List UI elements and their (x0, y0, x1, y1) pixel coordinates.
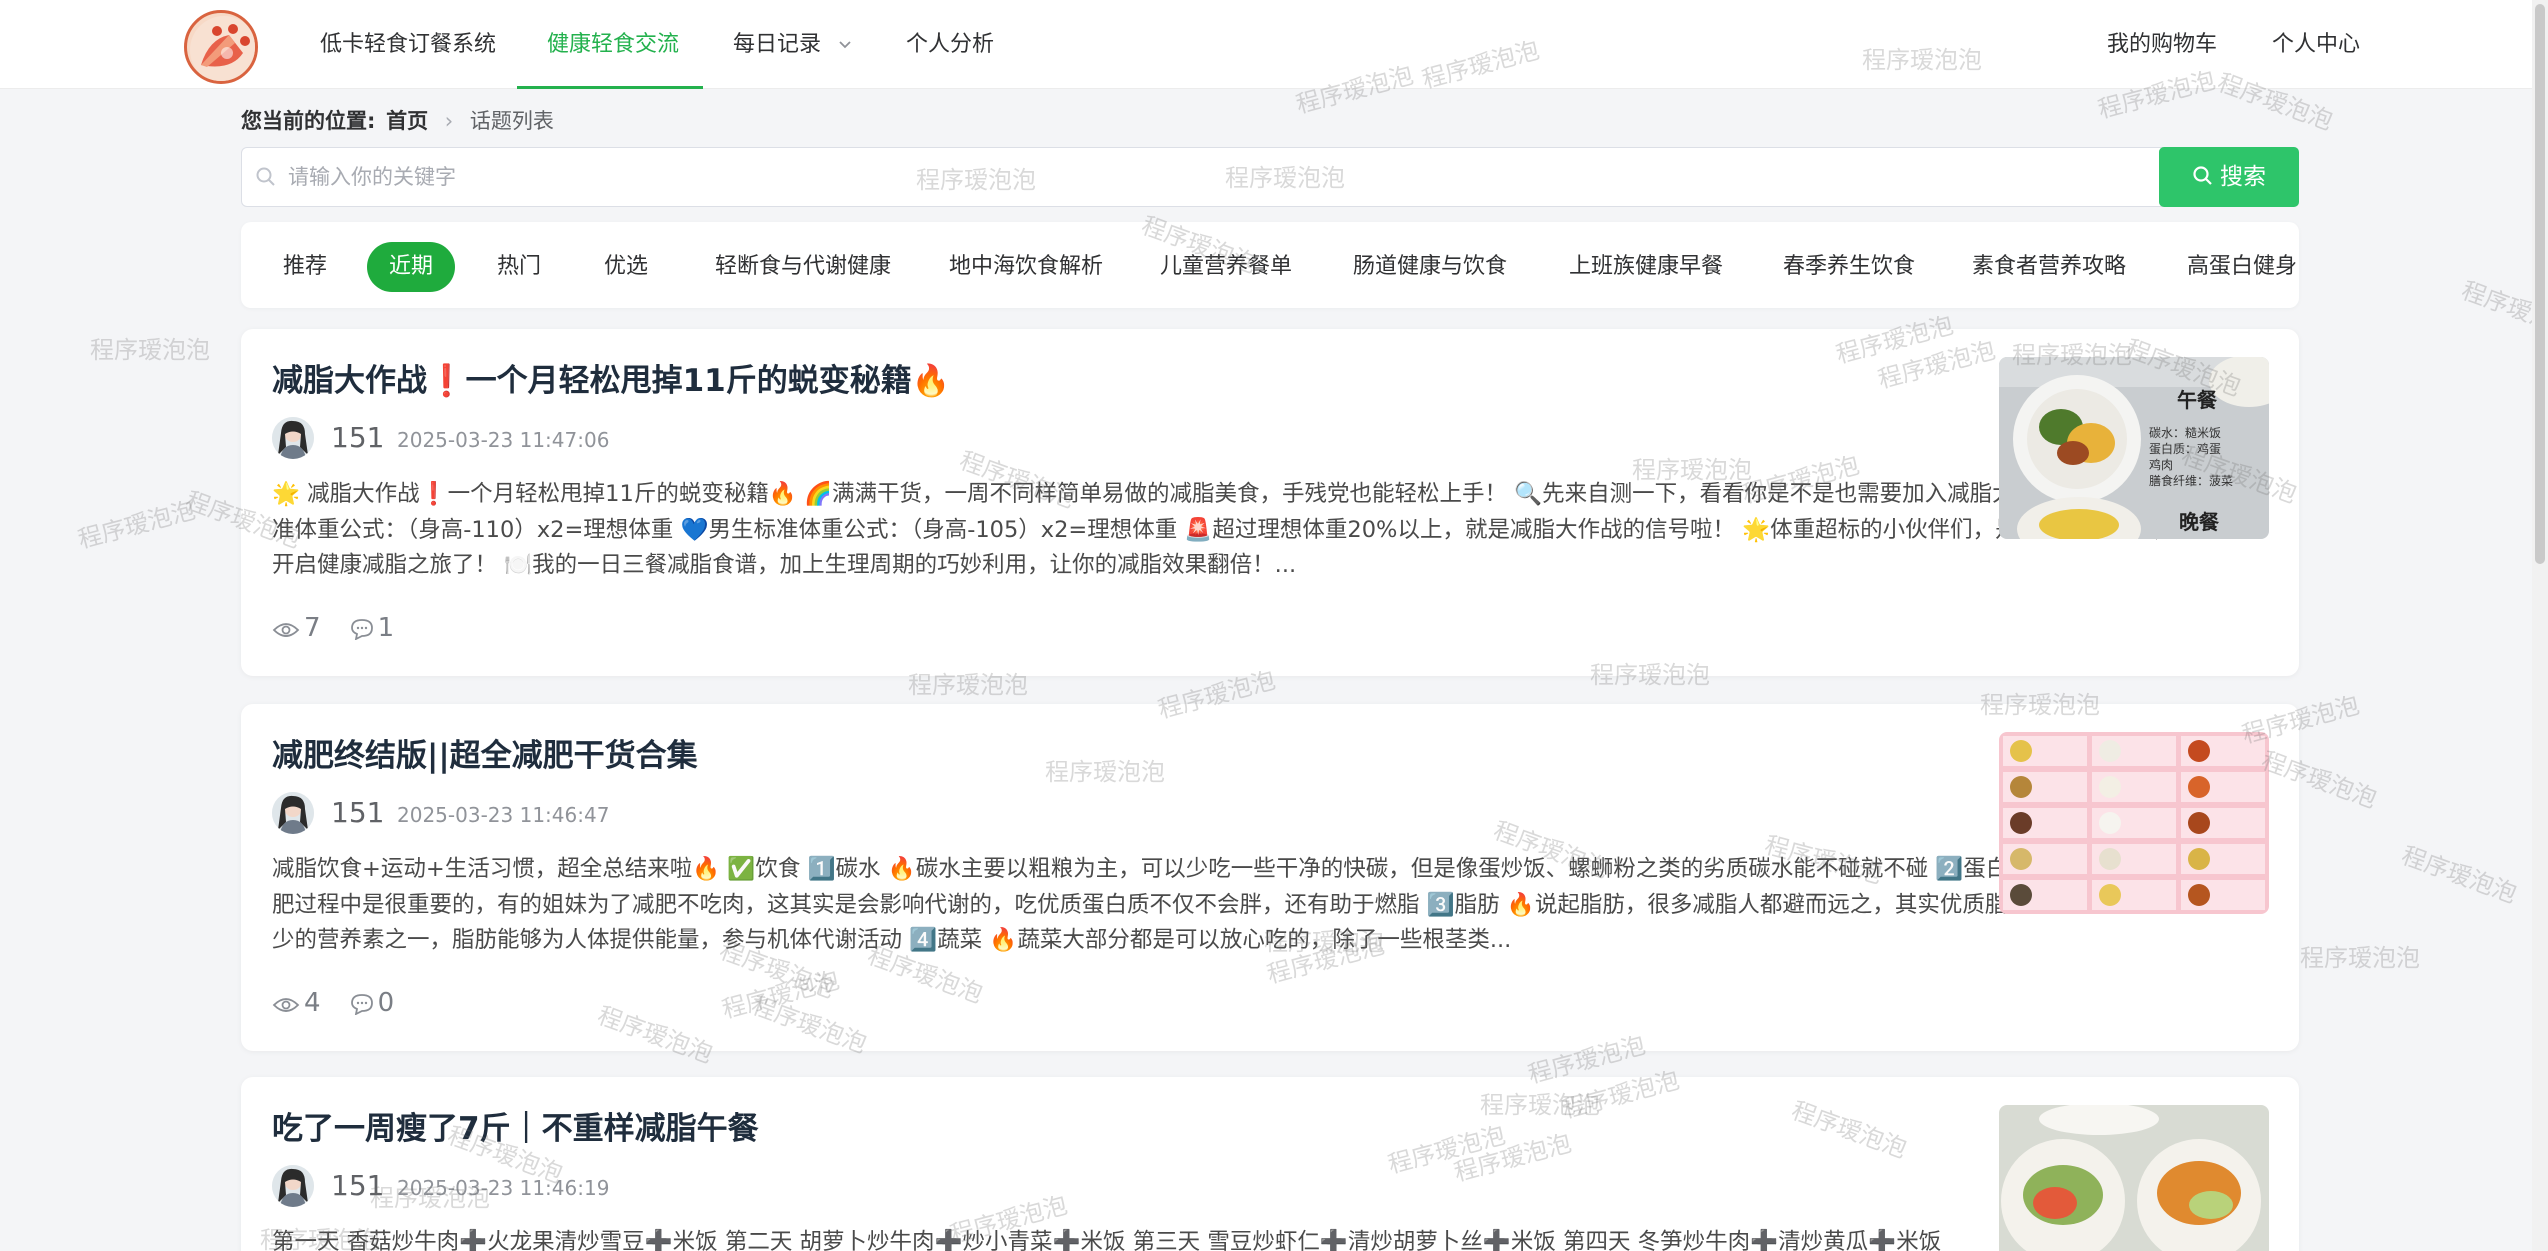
paw-logo-icon (190, 16, 255, 81)
thumb-line-1: 碳水：糙米饭 (2149, 426, 2221, 440)
chevron-down-icon (839, 41, 851, 49)
scrollbar-thumb[interactable] (2535, 4, 2545, 564)
author-avatar[interactable] (272, 792, 314, 834)
comment-count: 1 (350, 613, 395, 643)
post-title-part: 一个月轻松甩掉11斤的蜕变秘籍 (465, 363, 912, 399)
view-count-value: 4 (304, 988, 321, 1018)
tab-mediterranean-diet[interactable]: 地中海饮食解析 (927, 242, 1125, 292)
avatar-image (272, 792, 314, 834)
nav-daily-record[interactable]: 每日记录 (733, 0, 852, 89)
eye-icon (272, 998, 300, 1012)
tab-kids-nutrition[interactable]: 儿童营养餐单 (1138, 242, 1314, 292)
author-avatar[interactable] (272, 417, 314, 459)
post-card[interactable]: 减脂大作战❗一个月轻松甩掉11斤的蜕变秘籍🔥 151 2025-03-23 11… (241, 329, 2299, 676)
food-grid-image (1999, 732, 2269, 914)
tab-selected[interactable]: 优选 (582, 242, 670, 292)
tab-office-breakfast[interactable]: 上班族健康早餐 (1547, 242, 1745, 292)
watermark-text: 程序瑷泡泡 (90, 336, 210, 364)
nav-personal-analysis[interactable]: 个人分析 (906, 0, 994, 89)
thumb-lunch-label: 午餐 (2177, 388, 2218, 412)
nav-daily-record-label: 每日记录 (733, 32, 822, 57)
search-icon (2193, 166, 2212, 185)
top-navbar: 低卡轻食订餐系统 健康轻食交流 每日记录 个人分析 我的购物车 个人中心 (0, 0, 2548, 89)
post-card[interactable]: 减肥终结版||超全减肥干货合集 151 2025-03-23 11:46:47 … (241, 704, 2299, 1051)
post-excerpt: 🌟 减脂大作战❗一个月轻松甩掉11斤的蜕变秘籍🔥 🌈满满干货，一周不同样简单易做… (272, 481, 2185, 578)
post-title[interactable]: 吃了一周瘦了7斤｜不重样减脂午餐 (272, 1103, 759, 1148)
fire-icon: 🔥 (911, 363, 951, 399)
breadcrumb: 您当前的位置: 首页 › 话题列表 (241, 106, 554, 136)
site-logo[interactable] (184, 10, 258, 84)
author-name[interactable]: 151 (331, 796, 384, 829)
tab-recent[interactable]: 近期 (367, 242, 456, 292)
search-button[interactable]: 搜索 (2159, 147, 2299, 207)
post-time: 2025-03-23 11:46:47 (397, 803, 610, 827)
search-bar (241, 147, 2299, 207)
view-count: 4 (272, 988, 321, 1018)
eye-icon (272, 623, 300, 637)
search-button-label: 搜索 (2220, 164, 2266, 190)
lunch-plates-image (1999, 1105, 2269, 1251)
comment-count-value: 1 (377, 613, 395, 643)
avatar-image (272, 1165, 314, 1207)
tab-gut-health[interactable]: 肠道健康与饮食 (1331, 242, 1529, 292)
category-tabs: 推荐 近期 热门 优选 轻断食与代谢健康 地中海饮食解析 儿童营养餐单 肠道健康… (241, 222, 2299, 308)
author-avatar[interactable] (272, 1165, 314, 1207)
thumb-line-2: 蛋白质：鸡蛋 (2149, 441, 2221, 456)
nav-profile[interactable]: 个人中心 (2272, 0, 2360, 89)
post-thumbnail[interactable]: 午餐 碳水：糙米饭 蛋白质：鸡蛋 鸡肉 膳食纤维：菠菜 晚餐 (1999, 357, 2269, 539)
nav-cart[interactable]: 我的购物车 (2107, 0, 2217, 89)
tab-hot[interactable]: 热门 (475, 242, 563, 292)
watermark-text: 程序瑷泡泡 (2397, 841, 2521, 909)
tab-recommend[interactable]: 推荐 (261, 242, 349, 292)
thumb-line-3: 鸡肉 (2149, 457, 2173, 472)
post-excerpt: 减脂饮食+运动+生活习惯，超全总结来啦🔥 ✅饮食 1️⃣碳水 🔥碳水主要以粗粮为… (272, 856, 2188, 953)
nav-active-indicator (517, 86, 703, 89)
food-grid (2003, 736, 2265, 910)
nav-ordering-system[interactable]: 低卡轻食订餐系统 (320, 0, 496, 89)
tab-vegetarian-guide[interactable]: 素食者营养攻略 (1950, 242, 2148, 292)
post-card[interactable]: 吃了一周瘦了7斤｜不重样减脂午餐 151 2025-03-23 11:46:19… (241, 1077, 2299, 1251)
search-input[interactable] (243, 149, 2161, 205)
post-time: 2025-03-23 11:47:06 (397, 428, 610, 452)
tab-high-protein[interactable]: 高蛋白健身 (2165, 242, 2299, 292)
exclamation-icon: ❗ (427, 363, 466, 399)
watermark-text: 程序瑷泡泡 (2300, 944, 2420, 972)
breadcrumb-home[interactable]: 首页 (386, 109, 428, 133)
post-stats: 4 0 (272, 988, 418, 1020)
breadcrumb-separator-icon: › (444, 109, 454, 133)
thumb-line-4: 膳食纤维：菠菜 (2149, 473, 2233, 488)
view-count-value: 7 (304, 613, 321, 643)
avatar-image (272, 417, 314, 459)
comment-count: 0 (350, 988, 395, 1018)
author-name[interactable]: 151 (331, 1169, 384, 1202)
meal-plan-image: 午餐 碳水：糙米饭 蛋白质：鸡蛋 鸡肉 膳食纤维：菠菜 晚餐 (1999, 357, 2269, 539)
comment-icon (350, 619, 373, 641)
post-title[interactable]: 减脂大作战❗一个月轻松甩掉11斤的蜕变秘籍🔥 (272, 355, 950, 400)
breadcrumb-label: 您当前的位置: (241, 109, 376, 133)
view-count: 7 (272, 613, 321, 643)
tab-spring-diet[interactable]: 春季养生饮食 (1761, 242, 1937, 292)
post-thumbnail[interactable] (1999, 732, 2269, 914)
page-scrollbar[interactable] (2532, 0, 2548, 1251)
post-stats: 7 1 (272, 613, 418, 645)
watermark-text: 程序瑷泡泡 (75, 495, 199, 554)
post-time: 2025-03-23 11:46:19 (397, 1176, 610, 1200)
author-name[interactable]: 151 (331, 421, 384, 454)
post-title-part: 减脂大作战 (272, 363, 427, 399)
post-excerpt: 第一天 香菇炒牛肉➕火龙果清炒雪豆➕米饭 第二天 胡萝卜炒牛肉➕炒小青菜➕米饭 … (272, 1229, 1942, 1251)
nav-health-exchange[interactable]: 健康轻食交流 (547, 0, 679, 89)
thumb-dinner-label: 晚餐 (2179, 510, 2220, 534)
post-thumbnail[interactable] (1999, 1105, 2269, 1251)
breadcrumb-current: 话题列表 (469, 109, 554, 133)
comment-count-value: 0 (377, 988, 395, 1018)
tab-intermittent-fasting[interactable]: 轻断食与代谢健康 (693, 242, 913, 292)
post-title[interactable]: 减肥终结版||超全减肥干货合集 (272, 730, 698, 775)
comment-icon (350, 994, 373, 1016)
